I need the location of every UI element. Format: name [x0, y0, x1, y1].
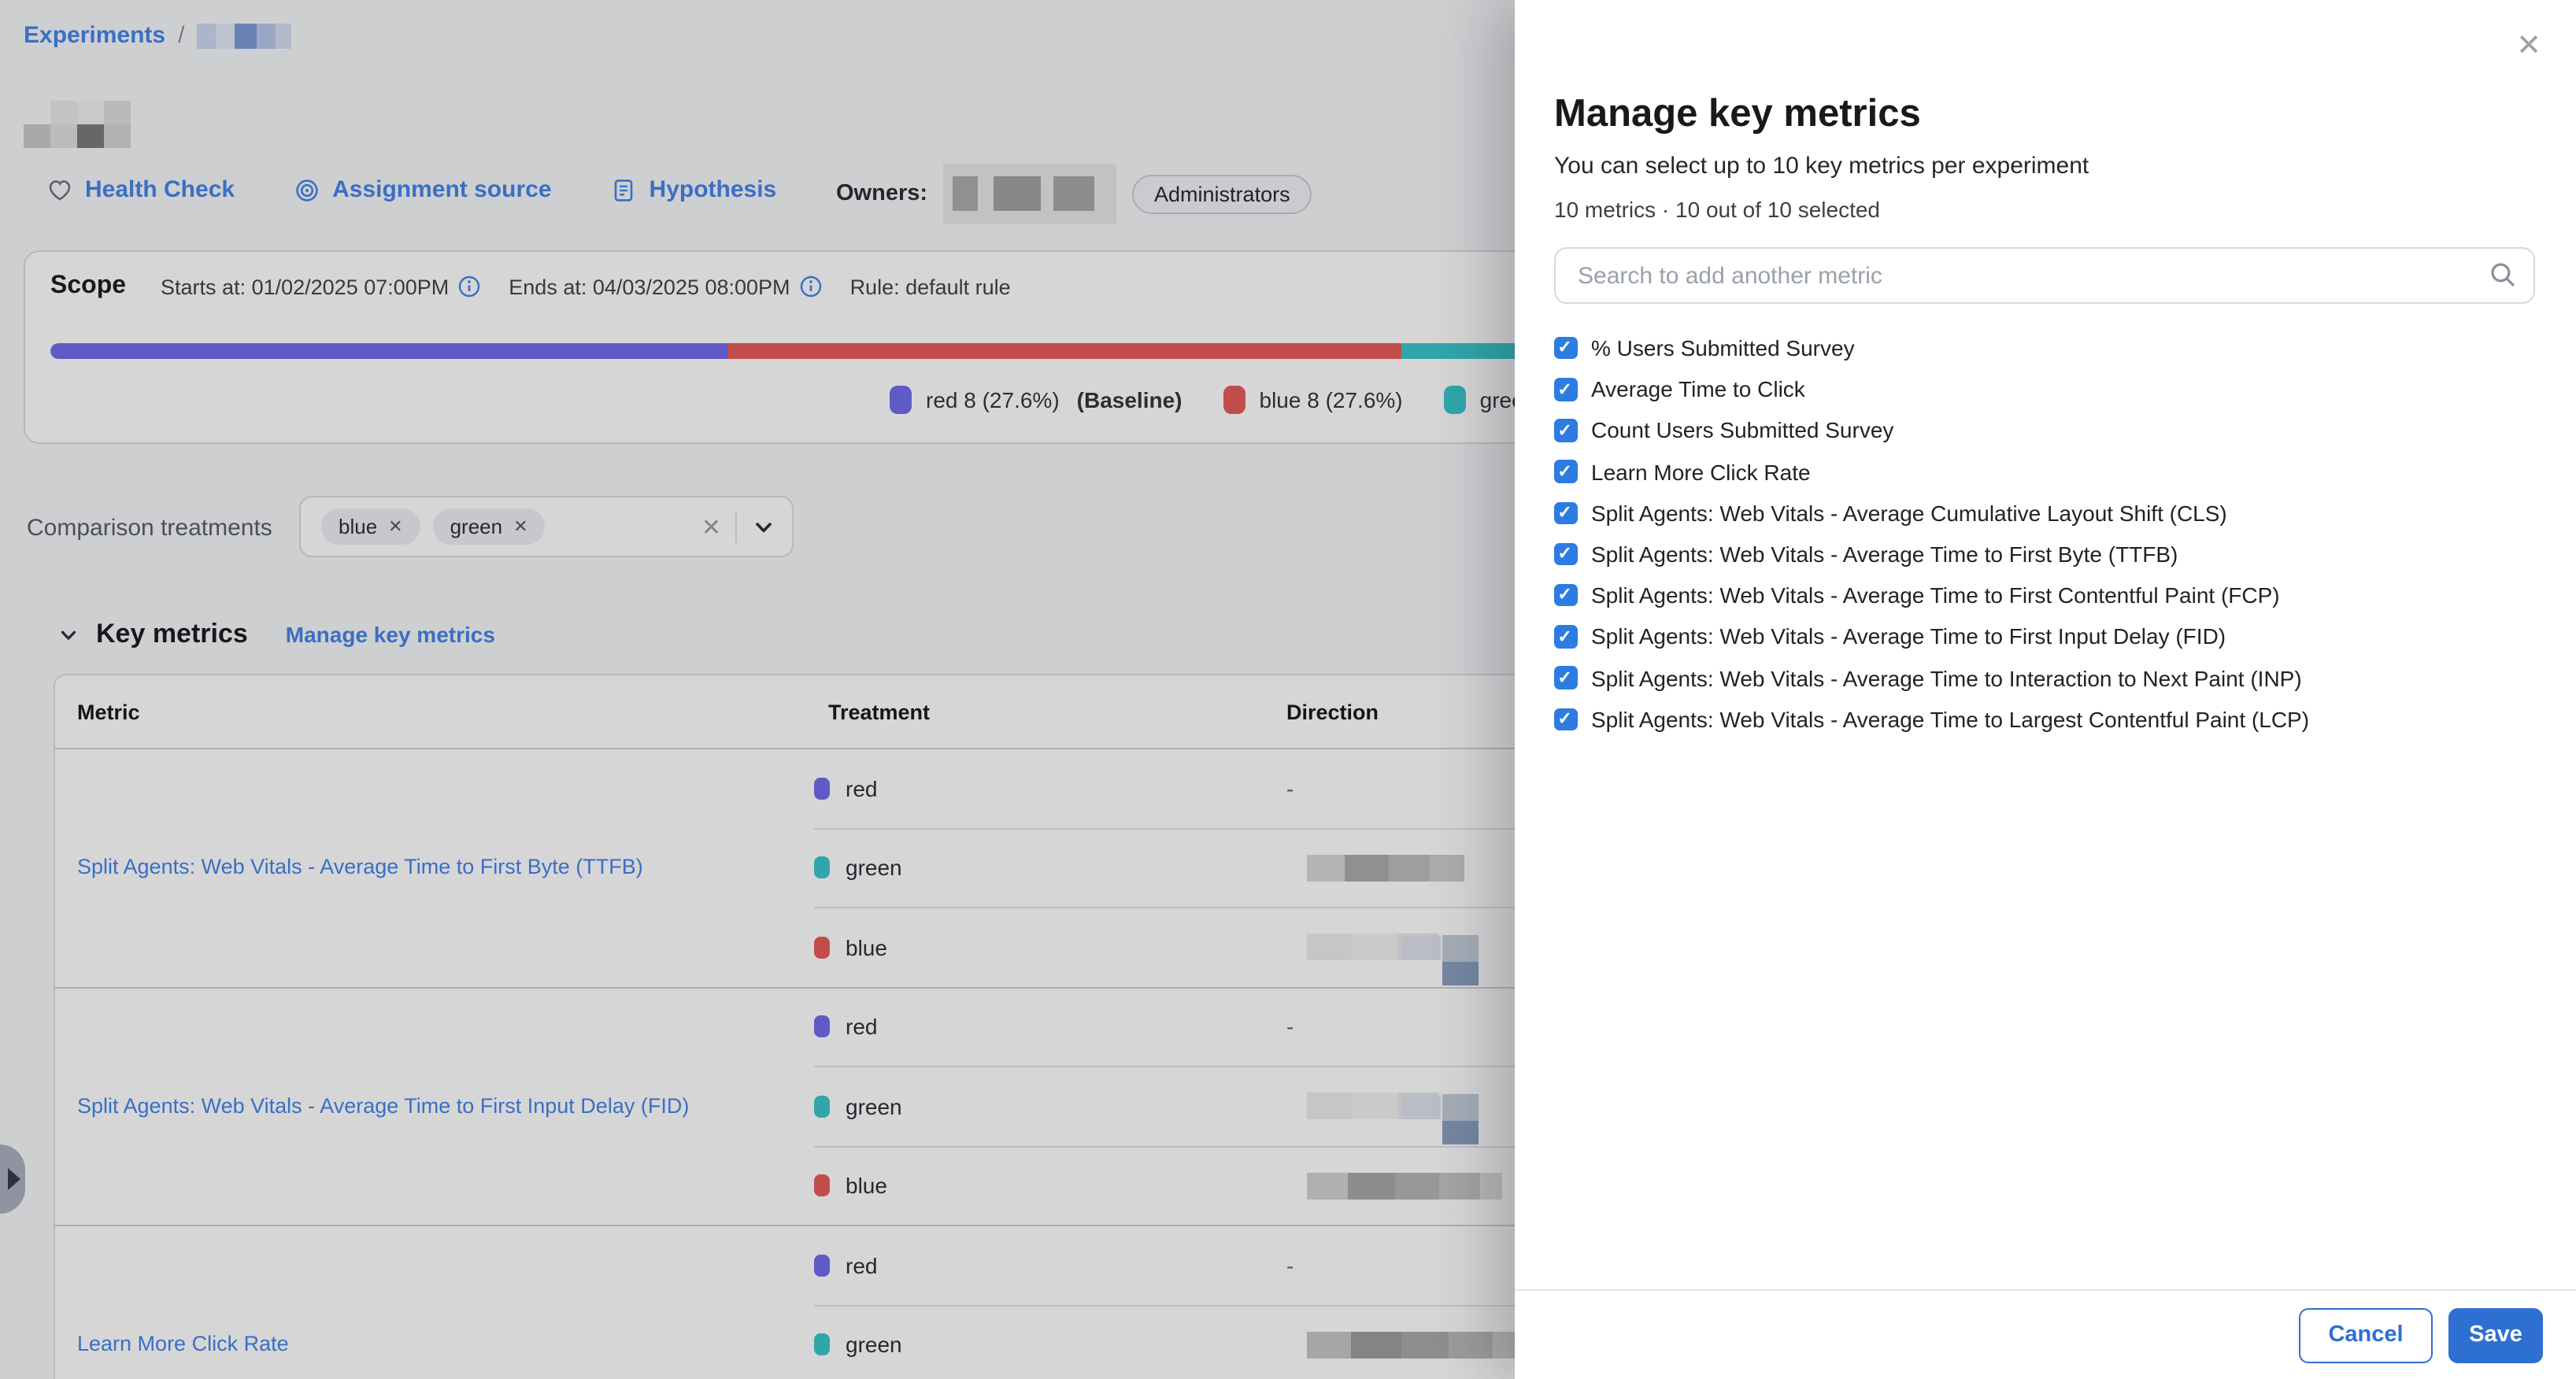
metric-checkbox-list: % Users Submitted Survey Average Time to… [1554, 327, 2535, 740]
panel-title: Manage key metrics [1554, 91, 2535, 139]
metric-option-label: Split Agents: Web Vitals - Average Cumul… [1591, 501, 2227, 526]
metric-option-label: Split Agents: Web Vitals - Average Time … [1591, 542, 2178, 567]
metric-option[interactable]: Split Agents: Web Vitals - Average Time … [1554, 534, 2535, 575]
cancel-button[interactable]: Cancel [2299, 1307, 2433, 1362]
metric-option-label: Average Time to Click [1591, 377, 1805, 402]
save-button[interactable]: Save [2448, 1307, 2543, 1362]
app-viewport: Experiments / Health Check Assignment so… [0, 0, 2576, 1379]
panel-footer: Cancel Save [1515, 1289, 2576, 1379]
checkbox-checked-icon[interactable] [1554, 625, 1577, 648]
metric-option-label: Split Agents: Web Vitals - Average Time … [1591, 624, 2226, 649]
panel-subtitle: You can select up to 10 key metrics per … [1554, 151, 2535, 181]
metric-option-label: Count Users Submitted Survey [1591, 418, 1893, 443]
checkbox-checked-icon[interactable] [1554, 667, 1577, 690]
search-metric-input[interactable] [1554, 247, 2535, 304]
metric-option-label: Split Agents: Web Vitals - Average Time … [1591, 582, 2280, 608]
checkbox-checked-icon[interactable] [1554, 501, 1577, 524]
metric-option[interactable]: Split Agents: Web Vitals - Average Time … [1554, 657, 2535, 698]
metric-option[interactable]: Split Agents: Web Vitals - Average Time … [1554, 575, 2535, 616]
metric-option[interactable]: Split Agents: Web Vitals - Average Time … [1554, 616, 2535, 657]
checkbox-checked-icon[interactable] [1554, 543, 1577, 566]
metric-option-label: Learn More Click Rate [1591, 459, 1811, 484]
checkbox-checked-icon[interactable] [1554, 419, 1577, 442]
metric-option-label: Split Agents: Web Vitals - Average Time … [1591, 665, 2302, 690]
metric-option-label: % Users Submitted Survey [1591, 335, 1855, 360]
checkbox-checked-icon[interactable] [1554, 378, 1577, 401]
metrics-count-text: 10 metrics · 10 out of 10 selected [1554, 195, 2535, 224]
checkbox-checked-icon[interactable] [1554, 708, 1577, 730]
checkbox-checked-icon[interactable] [1554, 460, 1577, 483]
checkbox-checked-icon[interactable] [1554, 584, 1577, 607]
metric-option[interactable]: Learn More Click Rate [1554, 451, 2535, 492]
close-icon[interactable]: ✕ [2516, 31, 2541, 61]
manage-key-metrics-panel: ✕ Manage key metrics You can select up t… [1515, 0, 2576, 1379]
metric-option[interactable]: Count Users Submitted Survey [1554, 410, 2535, 451]
metric-option[interactable]: % Users Submitted Survey [1554, 327, 2535, 368]
metric-option[interactable]: Split Agents: Web Vitals - Average Time … [1554, 698, 2535, 739]
checkbox-checked-icon[interactable] [1554, 337, 1577, 360]
metric-option-label: Split Agents: Web Vitals - Average Time … [1591, 707, 2309, 732]
metric-option[interactable]: Average Time to Click [1554, 368, 2535, 409]
search-icon [2489, 261, 2516, 288]
metric-option[interactable]: Split Agents: Web Vitals - Average Cumul… [1554, 493, 2535, 534]
